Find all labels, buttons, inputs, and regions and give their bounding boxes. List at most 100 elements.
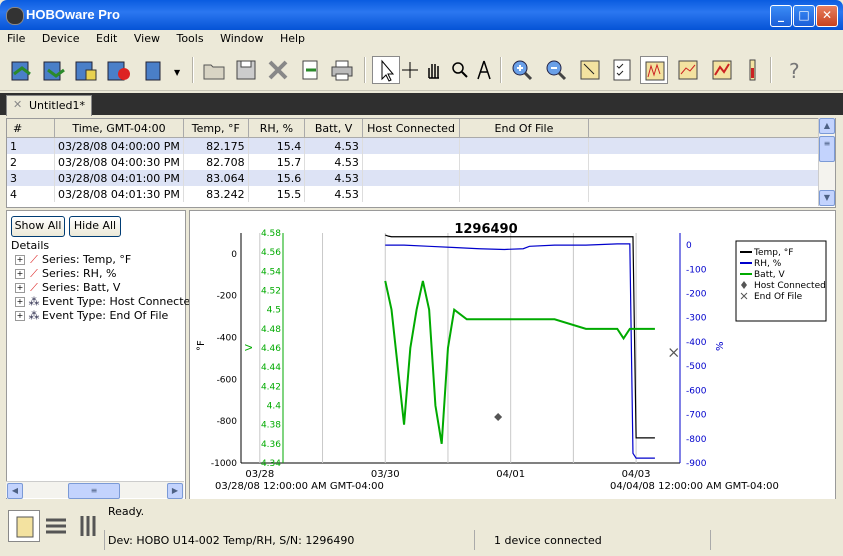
table-cell: 03/28/08 04:00:00 PM <box>54 137 184 154</box>
columns-view-icon[interactable] <box>72 510 104 542</box>
tree-item-event-host[interactable]: + ⁂ Event Type: Host Connected <box>15 295 197 309</box>
chart-filter-icon[interactable] <box>674 56 702 84</box>
column-header[interactable]: RH, % <box>248 119 306 138</box>
details-panel: Show All Hide All Details + ⟋ Series: Temp… <box>6 210 197 500</box>
column-header[interactable]: End Of File <box>459 119 589 138</box>
tab-label: Untitled1* <box>29 99 86 112</box>
print-icon[interactable] <box>328 56 356 84</box>
menu-help[interactable]: Help <box>274 30 311 47</box>
y-tick-label-v: 4.5 <box>267 306 281 316</box>
table-row[interactable]: 2 03/28/08 04:00:30 PM 82.708 15.7 4.53 <box>7 154 835 170</box>
event-icon: ⁂ <box>28 295 40 308</box>
column-header[interactable]: Temp, °F <box>183 119 249 138</box>
close-button[interactable]: ✕ <box>816 5 838 27</box>
expand-icon[interactable]: + <box>15 269 25 279</box>
open-folder-icon[interactable] <box>200 56 228 84</box>
legend-entry: Temp, °F <box>753 248 793 258</box>
scroll-down-icon[interactable]: ▼ <box>819 190 835 206</box>
legend-entry: End Of File <box>754 292 803 302</box>
tab-untitled[interactable]: ✕ Untitled1* <box>6 95 93 116</box>
chart[interactable]: 1296490 03/28 03/30 04/01 04/03 03/28/08 12:0… <box>190 211 835 499</box>
y-tick-label-v: 4.36 <box>261 440 281 450</box>
details-hscrollbar[interactable]: ◀ ≡ ▶ <box>6 481 184 499</box>
tree-item-series-temp[interactable]: + ⟋ Series: Temp, °F <box>15 253 131 267</box>
thermometer-icon[interactable] <box>738 56 766 84</box>
maximize-button[interactable]: □ <box>793 5 815 27</box>
document-tab-strip: ✕ Untitled1* <box>0 93 843 116</box>
chart-points-icon[interactable] <box>708 56 736 84</box>
compass-icon[interactable] <box>470 56 498 84</box>
table-cell <box>362 137 461 154</box>
expand-icon[interactable]: + <box>15 283 25 293</box>
save-icon[interactable] <box>232 56 260 84</box>
column-header[interactable]: Batt, V <box>304 119 363 138</box>
scroll-thumb[interactable]: ≡ <box>68 483 120 499</box>
column-header[interactable]: Time, GMT-04:00 <box>54 119 184 138</box>
chevron-down-icon[interactable]: ▼ <box>174 68 180 77</box>
x-start-label: 03/28/08 12:00:00 AM GMT-04:00 <box>215 481 384 492</box>
menu-tools[interactable]: Tools <box>170 30 209 47</box>
y-tick-label-v: 4.44 <box>261 363 281 373</box>
table-cell-blank <box>588 170 835 186</box>
table-cell <box>362 170 461 186</box>
table-scrollbar[interactable]: ▲ ≡ ▼ <box>818 118 835 206</box>
tree-item-series-rh[interactable]: + ⟋ Series: RH, % <box>15 267 116 281</box>
table-cell <box>459 154 589 170</box>
x-tick-label: 03/30 <box>371 469 400 480</box>
device-status: Dev: HOBO U14-002 Temp/RH, S/N: 1296490 <box>108 534 355 547</box>
column-header[interactable]: Host Connected <box>362 119 461 138</box>
checklist-icon[interactable] <box>608 56 636 84</box>
zoom-out-icon[interactable] <box>542 56 570 84</box>
details-label: Details <box>11 239 50 252</box>
show-all-button[interactable]: Show All <box>11 216 65 237</box>
tree-item-series-batt[interactable]: + ⟋ Series: Batt, V <box>15 281 120 295</box>
hide-all-button[interactable]: Hide All <box>69 216 121 237</box>
title-bar[interactable]: HOBOware Pro _ □ ✕ <box>0 0 843 30</box>
expand-icon[interactable]: + <box>15 255 25 265</box>
chart-icon[interactable] <box>640 56 668 84</box>
scroll-up-icon[interactable]: ▲ <box>819 118 835 134</box>
status-device-icon[interactable] <box>72 56 100 84</box>
menu-edit[interactable]: Edit <box>90 30 123 47</box>
hand-pan-icon[interactable] <box>420 56 448 84</box>
expand-icon[interactable]: + <box>15 311 25 321</box>
help-icon[interactable]: ? <box>780 56 808 84</box>
menu-view[interactable]: View <box>128 30 166 47</box>
export-icon[interactable] <box>296 56 324 84</box>
y-tick-label-v: 4.42 <box>261 382 281 392</box>
fit-view-icon[interactable] <box>576 56 604 84</box>
scroll-left-icon[interactable]: ◀ <box>7 483 23 499</box>
y-tick-label-rh: -900 <box>686 459 707 469</box>
stop-device-icon[interactable] <box>104 56 132 84</box>
tree-item-event-eof[interactable]: + ⁂ Event Type: End Of File <box>15 309 168 323</box>
zoom-in-icon[interactable] <box>508 56 536 84</box>
table-cell-blank <box>588 137 835 154</box>
table-view-icon[interactable] <box>40 510 72 542</box>
expand-icon[interactable]: + <box>15 297 25 307</box>
launch-device-icon[interactable] <box>8 56 36 84</box>
series-line-2 <box>384 280 655 444</box>
tab-close-icon[interactable]: ✕ <box>13 99 24 111</box>
delete-icon[interactable] <box>264 56 292 84</box>
column-header[interactable]: # <box>7 119 55 138</box>
status-text: Ready. <box>108 505 145 518</box>
y-axis-label-f: °F <box>196 340 207 351</box>
menu-file[interactable]: File <box>1 30 31 47</box>
table-row[interactable]: 4 03/28/08 04:01:30 PM 83.242 15.5 4.53 <box>7 186 835 202</box>
series-icon: ⟋ <box>30 253 38 266</box>
table-row[interactable]: 1 03/28/08 04:00:00 PM 82.175 15.4 4.53 <box>7 137 835 154</box>
y-tick-label-v: 4.58 <box>261 229 281 239</box>
scroll-thumb[interactable]: ≡ <box>819 136 835 162</box>
scroll-right-icon[interactable]: ▶ <box>167 483 183 499</box>
table-cell: 03/28/08 04:01:30 PM <box>54 186 184 202</box>
readout-device-icon[interactable] <box>40 56 68 84</box>
event-host-connected-marker <box>494 413 503 421</box>
device-menu-icon[interactable] <box>140 56 182 84</box>
menu-device[interactable]: Device <box>36 30 86 47</box>
menu-window[interactable]: Window <box>214 30 269 47</box>
legend-entry: Batt, V <box>754 270 785 280</box>
minimize-button[interactable]: _ <box>770 5 792 27</box>
table-row[interactable]: 3 03/28/08 04:01:00 PM 83.064 15.6 4.53 <box>7 170 835 186</box>
details-view-icon[interactable] <box>8 510 40 542</box>
table-cell: 83.242 <box>183 186 249 202</box>
